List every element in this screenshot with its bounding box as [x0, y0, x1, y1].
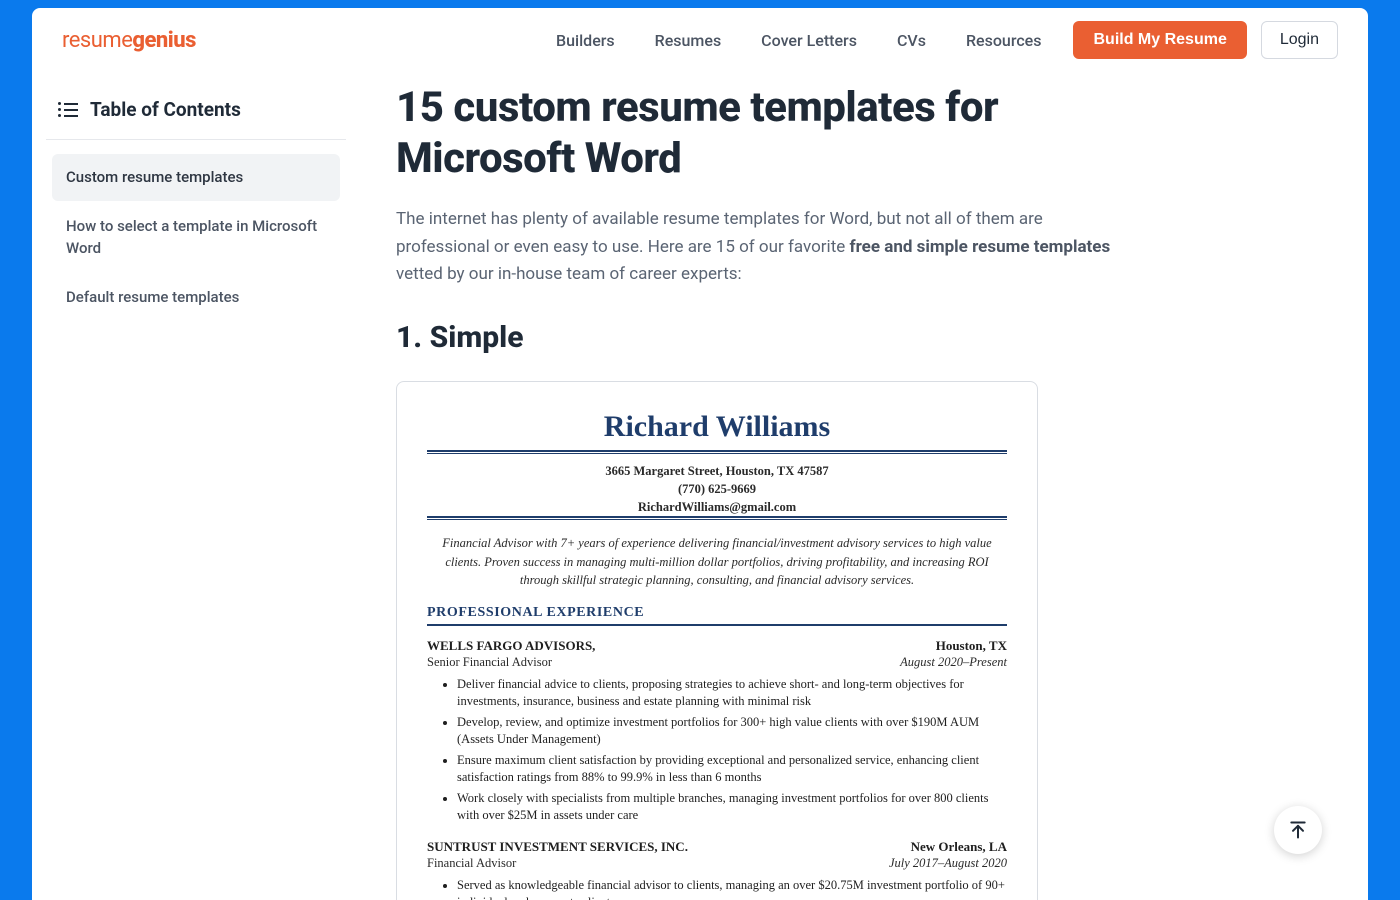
job-block: WELLS FARGO ADVISORS, Houston, TX Senior… [427, 638, 1007, 825]
article-main: 15 custom resume templates for Microsoft… [346, 82, 1338, 900]
bullet: Develop, review, and optimize investment… [457, 714, 1007, 749]
toc-item-custom-templates[interactable]: Custom resume templates [52, 154, 340, 201]
job-company: SUNTRUST INVESTMENT SERVICES, INC. [427, 839, 688, 855]
resume-address: 3665 Margaret Street, Houston, TX 47587 [427, 462, 1007, 480]
divider [427, 453, 1007, 454]
nav-menu: Builders Resumes Cover Letters CVs Resou… [556, 31, 1041, 50]
bullet: Work closely with specialists from multi… [457, 790, 1007, 825]
resume-summary: Financial Advisor with 7+ years of exper… [433, 534, 1001, 588]
section-heading-simple: 1. Simple [396, 320, 1138, 355]
bullet: Served as knowledgeable financial adviso… [457, 877, 1007, 900]
intro-bold: free and simple resume templates [850, 237, 1111, 257]
divider [427, 450, 1007, 452]
toc-title: Table of Contents [90, 98, 241, 121]
divider [427, 516, 1007, 518]
job-location: Houston, TX [936, 638, 1007, 654]
intro-paragraph: The internet has plenty of available res… [396, 206, 1138, 288]
page-title: 15 custom resume templates for Microsoft… [396, 82, 1138, 184]
job-role: Financial Advisor [427, 856, 516, 871]
divider [427, 519, 1007, 520]
top-navigation: resumegenius Builders Resumes Cover Lett… [32, 8, 1368, 72]
resume-contact: 3665 Margaret Street, Houston, TX 47587 … [427, 462, 1007, 516]
job-bullets: Served as knowledgeable financial adviso… [427, 877, 1007, 900]
divider [427, 624, 1007, 626]
job-dates: August 2020–Present [900, 655, 1007, 670]
resume-email: RichardWilliams@gmail.com [427, 498, 1007, 516]
job-location: New Orleans, LA [911, 839, 1007, 855]
job-block: SUNTRUST INVESTMENT SERVICES, INC. New O… [427, 839, 1007, 900]
logo-part2: genius [132, 28, 196, 53]
resume-phone: (770) 625-9669 [427, 480, 1007, 498]
nav-cover-letters[interactable]: Cover Letters [761, 31, 857, 50]
job-dates: July 2017–August 2020 [889, 856, 1007, 871]
bullet: Ensure maximum client satisfaction by pr… [457, 752, 1007, 787]
scroll-to-top-button[interactable] [1274, 806, 1322, 854]
nav-resumes[interactable]: Resumes [655, 31, 722, 50]
toc-item-how-to-select[interactable]: How to select a template in Microsoft Wo… [52, 203, 340, 272]
job-bullets: Deliver financial advice to clients, pro… [427, 676, 1007, 825]
toc-header: Table of Contents [46, 90, 346, 140]
resume-name: Richard Williams [427, 410, 1007, 444]
nav-resources[interactable]: Resources [966, 31, 1042, 50]
intro-post: vetted by our in-house team of career ex… [396, 264, 742, 284]
build-resume-button[interactable]: Build My Resume [1073, 21, 1246, 59]
logo-part1: resume [62, 28, 132, 53]
resume-preview-simple[interactable]: Richard Williams 3665 Margaret Street, H… [396, 381, 1038, 900]
logo[interactable]: resumegenius [62, 28, 196, 53]
table-of-contents: Table of Contents Custom resume template… [46, 82, 346, 900]
job-company: WELLS FARGO ADVISORS, [427, 638, 595, 654]
resume-section-title: PROFESSIONAL EXPERIENCE [427, 605, 1007, 621]
nav-builders[interactable]: Builders [556, 31, 615, 50]
bullet: Deliver financial advice to clients, pro… [457, 676, 1007, 711]
arrow-up-icon [1288, 819, 1308, 841]
job-role: Senior Financial Advisor [427, 655, 552, 670]
list-icon [58, 102, 78, 118]
nav-cvs[interactable]: CVs [897, 31, 926, 50]
login-button[interactable]: Login [1261, 21, 1338, 59]
toc-item-default-templates[interactable]: Default resume templates [52, 274, 340, 321]
